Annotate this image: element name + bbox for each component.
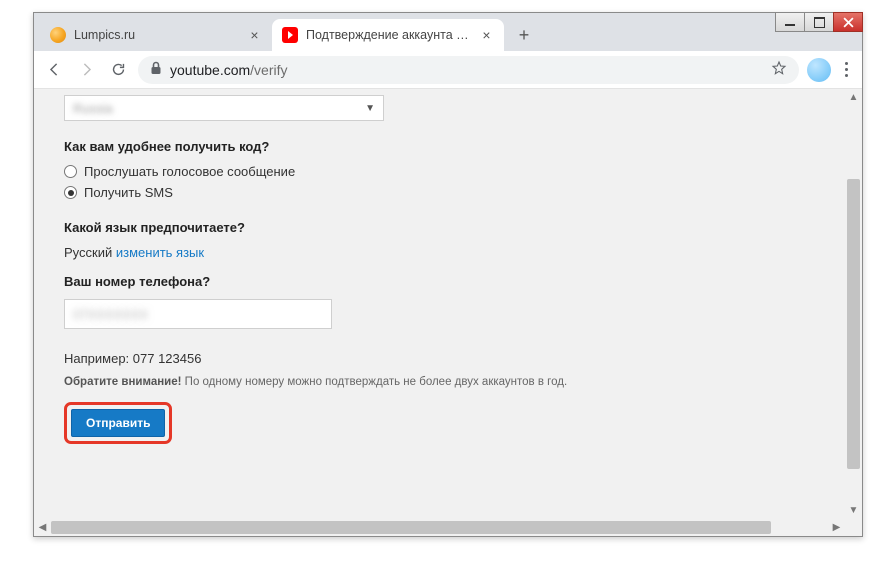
scrollbar-corner: [845, 519, 862, 536]
question-code-delivery: Как вам удобнее получить код?: [64, 139, 815, 154]
browser-toolbar: youtube.com/verify: [34, 51, 862, 89]
favicon-lumpics-icon: [50, 27, 66, 43]
change-language-link[interactable]: изменить язык: [116, 245, 204, 260]
tab-lumpics[interactable]: Lumpics.ru ×: [40, 19, 272, 51]
bookmark-star-icon[interactable]: [771, 60, 787, 79]
radio-label: Получить SMS: [84, 185, 173, 200]
notice-text: Обратите внимание! По одному номеру можн…: [64, 376, 815, 388]
url-domain: youtube.com/verify: [170, 62, 288, 78]
scroll-thumb[interactable]: [847, 179, 860, 469]
browser-window: Lumpics.ru × Подтверждение аккаунта - Yo…: [33, 12, 863, 537]
scroll-up-arrow-icon[interactable]: ▲: [845, 89, 862, 106]
address-bar[interactable]: youtube.com/verify: [138, 56, 799, 84]
verify-form: Russia ▼ Как вам удобнее получить код? П…: [34, 89, 845, 464]
new-tab-button[interactable]: +: [510, 21, 538, 49]
country-select[interactable]: Russia ▼: [64, 95, 384, 121]
dropdown-caret-icon: ▼: [365, 103, 375, 114]
question-language: Какой язык предпочитаете?: [64, 220, 815, 235]
notice-rest: По одному номеру можно подтверждать не б…: [181, 376, 567, 388]
country-value: Russia: [73, 101, 365, 116]
radio-icon: [64, 186, 77, 199]
tab-strip: Lumpics.ru × Подтверждение аккаунта - Yo…: [34, 13, 862, 51]
radio-voice-call[interactable]: Прослушать голосовое сообщение: [64, 164, 815, 179]
submit-highlight: Отправить: [64, 402, 172, 444]
profile-avatar[interactable]: [807, 58, 831, 82]
window-close-button[interactable]: [833, 12, 863, 32]
tab-title: Lumpics.ru: [74, 28, 239, 42]
window-minimize-button[interactable]: [775, 12, 805, 32]
phone-example: Например: 077 123456: [64, 351, 815, 366]
scroll-thumb-horizontal[interactable]: [51, 521, 771, 534]
vertical-scrollbar[interactable]: ▲ ▼: [845, 89, 862, 519]
horizontal-scrollbar[interactable]: ◀ ▶: [34, 519, 845, 536]
phone-value: 07XXXXXXX: [73, 307, 148, 322]
window-maximize-button[interactable]: [804, 12, 834, 32]
tab-title: Подтверждение аккаунта - You: [306, 28, 471, 42]
browser-menu-button[interactable]: [839, 62, 854, 77]
window-titlebar-buttons: [776, 12, 863, 34]
page-viewport: Russia ▼ Как вам удобнее получить код? П…: [34, 89, 862, 536]
radio-label: Прослушать голосовое сообщение: [84, 164, 295, 179]
radio-icon: [64, 165, 77, 178]
radio-sms[interactable]: Получить SMS: [64, 185, 815, 200]
phone-input[interactable]: 07XXXXXXX: [64, 299, 332, 329]
reload-button[interactable]: [106, 58, 130, 82]
back-button[interactable]: [42, 58, 66, 82]
scroll-right-arrow-icon[interactable]: ▶: [828, 519, 845, 536]
favicon-youtube-icon: [282, 27, 298, 43]
notice-bold: Обратите внимание!: [64, 376, 181, 388]
submit-button[interactable]: Отправить: [71, 409, 165, 437]
scroll-down-arrow-icon[interactable]: ▼: [845, 502, 862, 519]
tab-youtube-verify[interactable]: Подтверждение аккаунта - You ×: [272, 19, 504, 51]
lock-icon: [150, 61, 162, 78]
forward-button[interactable]: [74, 58, 98, 82]
tab-close-icon[interactable]: ×: [479, 27, 494, 43]
tab-close-icon[interactable]: ×: [247, 27, 262, 43]
question-phone: Ваш номер телефона?: [64, 274, 815, 289]
scroll-left-arrow-icon[interactable]: ◀: [34, 519, 51, 536]
language-value: Русский: [64, 245, 112, 260]
language-row: Русский изменить язык: [64, 245, 815, 260]
